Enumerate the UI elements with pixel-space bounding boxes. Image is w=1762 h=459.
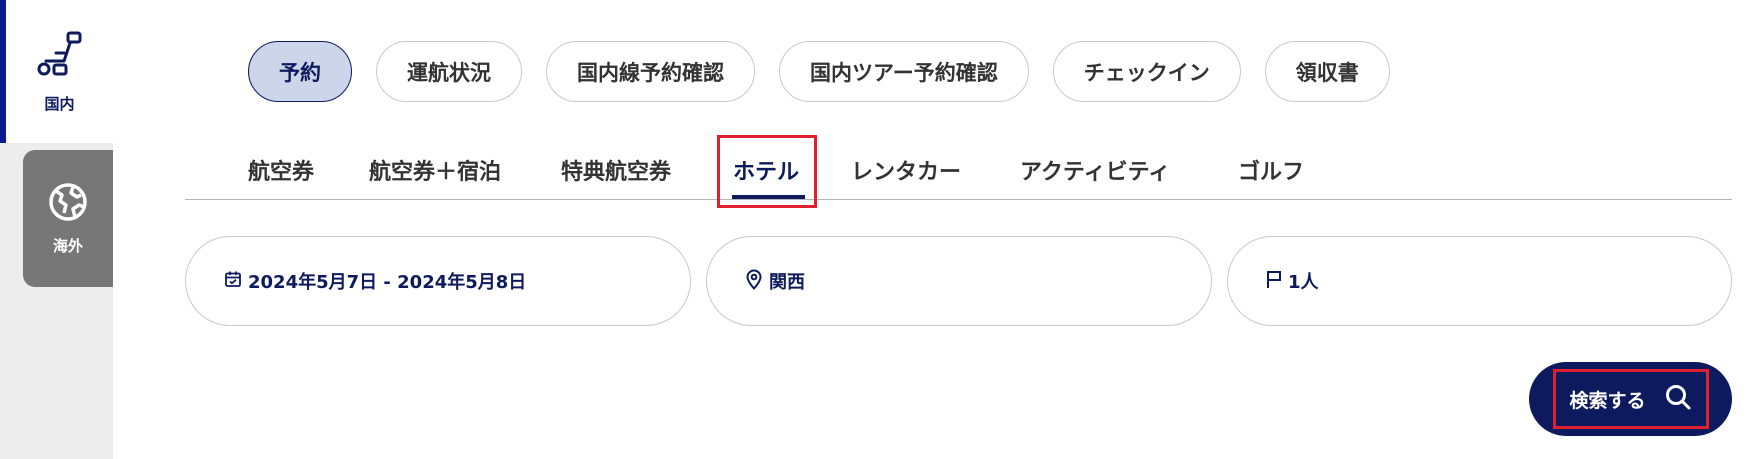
- destination-field[interactable]: 関西: [706, 236, 1212, 326]
- nav-pill-receipt[interactable]: 領収書: [1264, 41, 1390, 102]
- tab-hotel[interactable]: ホテル: [733, 154, 799, 186]
- seat-icon: [34, 29, 86, 85]
- rail-tab-domestic[interactable]: 国内: [0, 0, 113, 143]
- search-button[interactable]: 検索する: [1529, 362, 1732, 436]
- nav-pill-domestic-booking-check[interactable]: 国内線予約確認: [546, 41, 755, 102]
- tab-activity[interactable]: アクティビティ: [1020, 154, 1170, 186]
- tab-rental-car[interactable]: レンタカー: [851, 154, 961, 186]
- location-pin-icon: [745, 269, 763, 294]
- nav-pill-domestic-tour-check[interactable]: 国内ツアー予約確認: [779, 41, 1029, 102]
- date-range-field[interactable]: 2024年5月7日 - 2024年5月8日: [185, 236, 691, 326]
- date-range-value: 2024年5月7日 - 2024年5月8日: [248, 272, 527, 293]
- rail-label-domestic: 国内: [44, 95, 75, 113]
- guests-field[interactable]: 1人: [1227, 236, 1732, 326]
- calendar-icon: [224, 270, 242, 292]
- active-tab-underline: [732, 195, 805, 199]
- nav-pill-reservation[interactable]: 予約: [248, 41, 352, 102]
- globe-icon: [47, 181, 89, 227]
- rail-label-international: 海外: [52, 237, 83, 255]
- nav-pill-check-in[interactable]: チェックイン: [1052, 41, 1241, 102]
- tab-air-ticket[interactable]: 航空券: [248, 154, 314, 186]
- main-nav: 予約 運航状況 国内線予約確認 国内ツアー予約確認 チェックイン 領収書: [248, 41, 1390, 102]
- guests-value: 1人: [1288, 272, 1319, 293]
- flag-icon: [1266, 270, 1282, 293]
- rail-tab-international[interactable]: 海外: [23, 150, 113, 287]
- search-button-label: 検索する: [1569, 389, 1646, 412]
- sub-tab-bar: 航空券 航空券＋宿泊 特典航空券 ホテル レンタカー アクティビティ ゴルフ: [185, 140, 1732, 200]
- tab-award-ticket[interactable]: 特典航空券: [561, 154, 671, 186]
- tab-golf[interactable]: ゴルフ: [1238, 154, 1304, 186]
- side-rail: 国内 海外: [0, 0, 113, 459]
- nav-pill-flight-status[interactable]: 運航状況: [376, 41, 522, 102]
- search-icon: [1664, 383, 1692, 415]
- destination-value: 関西: [769, 272, 805, 293]
- tab-air-hotel[interactable]: 航空券＋宿泊: [369, 154, 501, 186]
